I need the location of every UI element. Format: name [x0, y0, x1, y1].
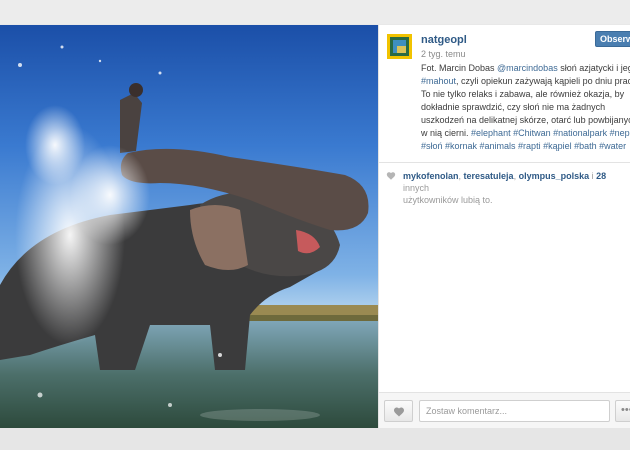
caption-line: To nie tylko relaks i zabawa, ale równie… — [421, 89, 625, 99]
hashtag-link[interactable]: #mahout — [421, 76, 456, 86]
page-top-strip — [0, 0, 630, 24]
post-timestamp[interactable]: 2 tyg. temu — [421, 49, 466, 59]
hashtag-links[interactable]: #słoń #kornak #animals #rapti #kąpiel #b… — [421, 141, 626, 151]
liker-link[interactable]: olympus_polska — [519, 171, 590, 181]
caption-line: uszkodzeń na delikatnej skórze, otarć lu… — [421, 115, 630, 125]
likes-summary: mykofenolan, teresatuleja, olympus_polsk… — [403, 171, 607, 205]
username-link[interactable]: natgeopl — [421, 34, 467, 46]
like-button[interactable] — [384, 400, 413, 422]
post-caption: Fot. Marcin Dobas @marcindobas słoń azja… — [421, 62, 630, 153]
more-options-button[interactable]: ••• — [615, 400, 630, 422]
liker-link[interactable]: mykofenolan — [403, 171, 459, 181]
post-photo[interactable] — [0, 25, 378, 428]
post-card: natgeopl Obserwuj 2 tyg. temu Fot. Marci… — [0, 25, 630, 428]
divider — [379, 162, 630, 163]
mention-link[interactable]: @marcindobas — [497, 63, 558, 73]
likes-count[interactable]: 28 — [596, 171, 606, 181]
caption-line: #słoń #kornak #animals #rapti #kąpiel #b… — [421, 140, 630, 153]
heart-icon — [394, 407, 404, 417]
avatar[interactable] — [387, 34, 412, 59]
hashtag-links[interactable]: #elephant #Chitwan #nationalpark #nepal — [471, 128, 630, 138]
comment-input[interactable] — [419, 400, 610, 422]
comment-bar: ••• — [379, 392, 630, 428]
liker-link[interactable]: teresatuleja — [464, 171, 514, 181]
page-bottom-strip — [0, 428, 630, 450]
follow-button[interactable]: Obserwuj — [595, 31, 630, 47]
elephant-photo-illustration — [0, 45, 378, 428]
post-sidebar: natgeopl Obserwuj 2 tyg. temu Fot. Marci… — [378, 25, 630, 428]
caption-line: Fot. Marcin Dobas @marcindobas słoń azja… — [421, 63, 630, 73]
caption-line: #mahout, czyli opiekun zażywają kąpieli … — [421, 76, 630, 86]
caption-line: dokładnie sprawdzić, czy słoń nie ma żad… — [421, 102, 606, 112]
caption-line: w nią cierni. #elephant #Chitwan #nation… — [421, 127, 630, 140]
heart-icon — [386, 172, 396, 180]
likes-label: użytkowników lubią to. — [403, 195, 493, 205]
